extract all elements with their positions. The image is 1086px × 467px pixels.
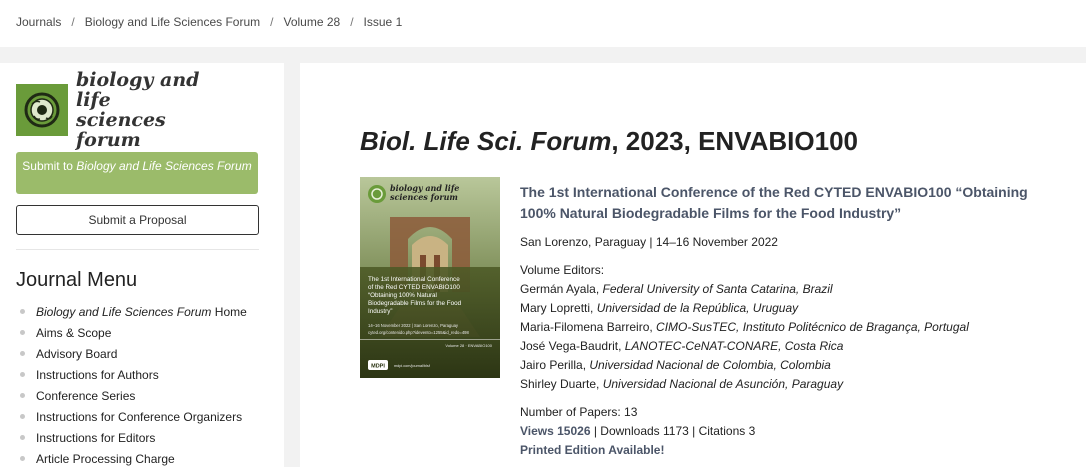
- editor-name: Germán Ayala: [520, 282, 596, 296]
- menu-item-home-journal: Biology and Life Sciences Forum: [36, 305, 212, 319]
- editor-affiliation: Universidad Nacional de Asunción, Paragu…: [602, 377, 844, 391]
- breadcrumb-separator: /: [270, 15, 274, 29]
- journal-logo[interactable]: biology and life sciences forum: [16, 70, 220, 150]
- editor-name: Shirley Duarte: [520, 377, 597, 391]
- menu-item-conference-series[interactable]: Conference Series: [20, 388, 247, 409]
- cover-title-line4: Biodegradable Films for the Food: [368, 300, 462, 307]
- editor-name: Jairo Perilla: [520, 358, 583, 372]
- cover-publisher: MDPI: [371, 364, 385, 370]
- breadcrumb: Journals / Biology and Life Sciences For…: [16, 15, 402, 29]
- editor-name: José Vega-Baudrit: [520, 339, 619, 353]
- issue-info: The 1st International Conference of the …: [520, 182, 1060, 460]
- editor-affiliation: Universidad de la República, Uruguay: [596, 301, 799, 315]
- conference-title: The 1st International Conference of the …: [520, 184, 1028, 221]
- issue-title-journal: Biol. Life Sci. Forum: [360, 126, 612, 156]
- editor-entry: Jairo Perilla, Universidad Nacional de C…: [520, 358, 831, 372]
- issue-title-rest: , 2023, ENVABIO100: [611, 126, 859, 156]
- cover-title-line1: The 1st International Conference: [368, 276, 460, 283]
- menu-item-aims-scope[interactable]: Aims & Scope: [20, 325, 247, 346]
- menu-item-advisory-board[interactable]: Advisory Board: [20, 346, 247, 367]
- conference-location-date: San Lorenzo, Paraguay | 14–16 November 2…: [520, 235, 778, 249]
- menu-item-instructions-editors[interactable]: Instructions for Editors: [20, 430, 247, 451]
- submit-proposal-button[interactable]: Submit a Proposal: [16, 205, 259, 235]
- menu-item-home[interactable]: Biology and Life Sciences Forum Home: [20, 304, 247, 325]
- menu-item-instructions-authors[interactable]: Instructions for Authors: [20, 367, 247, 388]
- breadcrumb-issue[interactable]: Issue 1: [364, 15, 403, 29]
- volume-editors-label: Volume Editors:: [520, 263, 605, 277]
- editor-entry: Germán Ayala, Federal University of Sant…: [520, 282, 833, 296]
- cover-title-line3: “Obtaining 100% Natural: [368, 292, 437, 299]
- submit-button[interactable]: Submit to Biology and Life Sciences Foru…: [16, 152, 258, 194]
- logo-text-line1: biology and life: [76, 69, 200, 111]
- breadcrumb-journals[interactable]: Journals: [16, 15, 61, 29]
- cover-journal-line2: sciences forum: [390, 192, 458, 202]
- menu-item-instructions-organizers[interactable]: Instructions for Conference Organizers: [20, 409, 247, 430]
- editor-name: Maria-Filomena Barreiro: [520, 320, 650, 334]
- main-content: Biol. Life Sci. Forum, 2023, ENVABIO100: [300, 63, 1086, 467]
- logo-text-line2: sciences forum: [76, 109, 166, 151]
- cover-title-line5: Industry”: [368, 308, 393, 315]
- breadcrumb-journal[interactable]: Biology and Life Sciences Forum: [85, 15, 260, 29]
- breadcrumb-volume[interactable]: Volume 28: [283, 15, 340, 29]
- cover-volume-text: Volume 28 · ENVABIO100: [445, 343, 492, 348]
- submit-button-journal: Biology and Life Sciences Forum: [76, 159, 252, 173]
- logo-text: biology and life sciences forum: [76, 70, 220, 150]
- issue-title: Biol. Life Sci. Forum, 2023, ENVABIO100: [360, 126, 858, 157]
- issue-cover-image[interactable]: biology and life sciences forum The 1st …: [360, 177, 500, 378]
- editor-affiliation: LANOTEC-CeNAT-CONARE, Costa Rica: [624, 339, 844, 353]
- menu-item-apc[interactable]: Article Processing Charge: [20, 451, 247, 467]
- number-of-papers: Number of Papers: 13: [520, 405, 638, 419]
- menu-item-home-suffix: Home: [211, 305, 247, 319]
- cover-publisher-line: mdpi.com/journal/blsf: [394, 364, 431, 368]
- downloads-citations: | Downloads 1173 | Citations 3: [590, 424, 756, 438]
- submit-button-prefix: Submit to: [22, 159, 77, 173]
- editor-name: Mary Lopretti: [520, 301, 591, 315]
- editor-entry: José Vega-Baudrit, LANOTEC-CeNAT-CONARE,…: [520, 339, 844, 353]
- cell-icon: [16, 84, 68, 136]
- editor-entry: Maria-Filomena Barreiro, CIMO-SusTEC, In…: [520, 320, 969, 334]
- sidebar-divider: [16, 249, 259, 250]
- printed-edition-link[interactable]: Printed Edition Available!: [520, 441, 1060, 460]
- views-count: Views 15026: [520, 424, 591, 438]
- breadcrumb-separator: /: [350, 15, 354, 29]
- editor-entry: Shirley Duarte, Universidad Nacional de …: [520, 377, 844, 391]
- cover-meta-line1: 14–16 November 2022 | San Lorenzo, Parag…: [368, 323, 459, 328]
- sidebar: biology and life sciences forum Submit t…: [0, 63, 284, 467]
- journal-menu: Biology and Life Sciences Forum Home Aim…: [20, 304, 247, 467]
- issue-metrics: Views 15026 | Downloads 1173 | Citations…: [520, 422, 1060, 441]
- journal-menu-title: Journal Menu: [16, 269, 138, 291]
- editor-entry: Mary Lopretti, Universidad de la Repúbli…: [520, 301, 799, 315]
- editor-affiliation: CIMO-SusTEC, Instituto Politécnico de Br…: [656, 320, 969, 334]
- editor-affiliation: Universidad Nacional de Colombia, Colomb…: [589, 358, 831, 372]
- breadcrumb-separator: /: [71, 15, 75, 29]
- cover-meta-line2: cyted.org/contenido.php?idevento=1255&id…: [368, 330, 469, 335]
- editor-affiliation: Federal University of Santa Catarina, Br…: [602, 282, 833, 296]
- cover-title-line2: of the Red CYTED ENVABIO100: [368, 284, 460, 291]
